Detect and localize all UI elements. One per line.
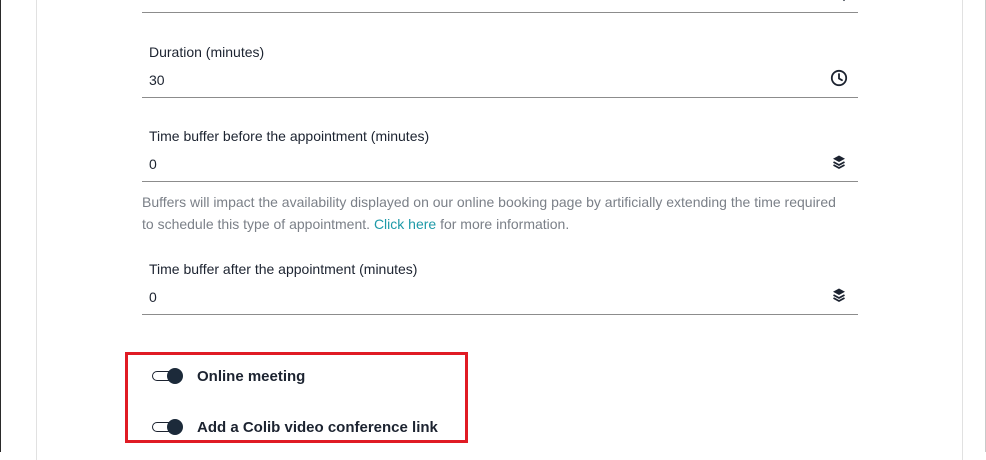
online-meeting-row: Online meeting — [152, 365, 305, 387]
buffer-before-label: Time buffer before the appointment (minu… — [149, 128, 430, 144]
toggle-thumb — [167, 368, 183, 384]
buffer-before-input[interactable]: 0 — [149, 156, 157, 172]
duration-input[interactable]: 30 — [149, 72, 165, 88]
online-meeting-toggle[interactable] — [152, 368, 184, 384]
buffer-help-text: Buffers will impact the availability dis… — [142, 191, 842, 235]
buffer-before-field[interactable]: Time buffer before the appointment (minu… — [142, 128, 858, 182]
video-link-label: Add a Colib video conference link — [197, 418, 438, 436]
buffer-after-label: Time buffer after the appointment (minut… — [149, 261, 418, 277]
help-link[interactable]: Click here — [374, 216, 436, 232]
video-link-toggle[interactable] — [152, 419, 184, 435]
online-meeting-label: Online meeting — [197, 367, 306, 385]
buffer-after-underline — [142, 314, 858, 315]
video-link-row: Add a Colib video conference link — [152, 416, 438, 438]
layers-icon — [830, 153, 848, 171]
layers-icon — [830, 286, 848, 304]
clock-icon — [830, 69, 848, 87]
duration-underline — [142, 97, 858, 98]
chevron-down-icon[interactable] — [838, 0, 850, 3]
previous-field-underline — [142, 12, 858, 13]
duration-label: Duration (minutes) — [149, 44, 265, 60]
duration-field[interactable]: Duration (minutes) 30 — [142, 44, 858, 98]
buffer-after-input[interactable]: 0 — [149, 289, 157, 305]
help-text-end: for more information. — [436, 216, 570, 232]
buffer-after-field[interactable]: Time buffer after the appointment (minut… — [142, 261, 858, 315]
buffer-before-underline — [142, 181, 858, 182]
toggle-thumb — [167, 419, 183, 435]
